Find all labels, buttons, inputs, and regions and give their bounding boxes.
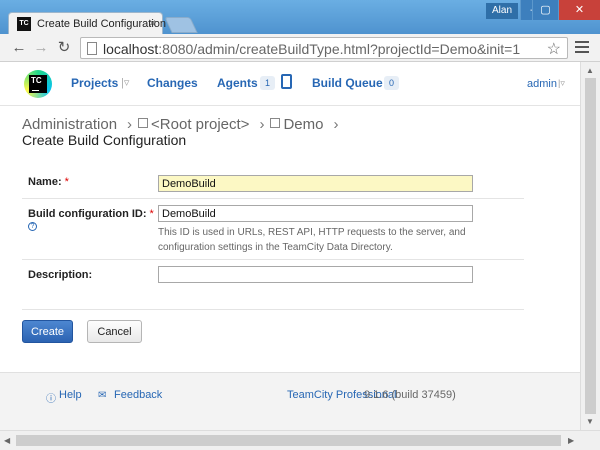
project-icon: [270, 118, 281, 128]
agent-icon: [281, 74, 292, 89]
forward-arrow-icon[interactable]: →: [32, 39, 50, 57]
feedback-envelope-icon: ✉: [98, 390, 107, 401]
nav-build-queue[interactable]: Build Queue: [312, 76, 383, 90]
build-queue-count-badge: 0: [384, 76, 400, 90]
browser-menu-icon[interactable]: [575, 41, 589, 56]
required-marker: *: [64, 176, 69, 188]
reload-icon[interactable]: ↻: [55, 39, 73, 57]
build-id-input[interactable]: [158, 205, 473, 222]
projects-dropdown-icon[interactable]: |▿: [121, 76, 129, 89]
scroll-left-icon[interactable]: ◀: [4, 436, 10, 445]
teamcity-favicon-icon: TC: [17, 17, 31, 31]
name-label: Name: *: [28, 176, 69, 188]
nav-projects[interactable]: Projects: [71, 76, 118, 90]
horizontal-scrollbar[interactable]: ◀ ▶: [0, 430, 600, 450]
tab-title: Create Build Configuration: [37, 18, 167, 30]
user-menu[interactable]: admin: [527, 78, 557, 90]
close-tab-icon[interactable]: ×: [149, 16, 156, 30]
breadcrumb-separator-icon: ›: [333, 116, 339, 133]
window-titlebar: TC Create Build Configuration × Alan ‒ ▢…: [0, 0, 600, 35]
agents-count-badge: 1: [260, 76, 276, 90]
help-link[interactable]: Help: [59, 389, 82, 401]
scroll-up-icon[interactable]: ▲: [586, 66, 594, 75]
nav-agents[interactable]: Agents: [217, 76, 258, 90]
vertical-scrollbar[interactable]: ▲ ▼: [580, 62, 600, 430]
description-label: Description:: [28, 269, 93, 281]
back-arrow-icon[interactable]: ←: [10, 39, 28, 57]
user-menu-chevron-icon[interactable]: |▿: [558, 78, 565, 89]
name-input[interactable]: [158, 175, 473, 192]
help-circle-icon: ⓘ: [46, 394, 56, 405]
required-marker: *: [149, 208, 154, 220]
build-id-label: Build configuration ID: *: [28, 208, 154, 220]
cancel-button[interactable]: Cancel: [87, 320, 142, 343]
breadcrumb-administration[interactable]: Administration: [22, 116, 117, 133]
page-title: Create Build Configuration: [22, 132, 187, 148]
description-row: Description:: [22, 260, 524, 310]
address-bar[interactable]: localhost:8080/admin/createBuildType.htm…: [80, 37, 568, 59]
breadcrumb-demo[interactable]: Demo: [283, 116, 323, 133]
browser-tab[interactable]: TC Create Build Configuration ×: [8, 12, 167, 35]
name-row: Name: *: [22, 168, 524, 199]
maximize-icon[interactable]: ▢: [532, 0, 558, 20]
vertical-scroll-thumb[interactable]: [585, 78, 596, 414]
scroll-right-icon[interactable]: ▶: [568, 436, 574, 445]
breadcrumb: Administration › <Root project> › Demo ›: [22, 116, 344, 133]
build-id-row: Build configuration ID:* ? This ID is us…: [22, 199, 524, 260]
url-text: localhost:8080/admin/createBuildType.htm…: [103, 41, 521, 57]
version-text: 9.1.6 (build 37459): [364, 389, 456, 401]
horizontal-scroll-thumb[interactable]: [16, 435, 561, 446]
feedback-link[interactable]: Feedback: [114, 389, 162, 401]
new-tab-button[interactable]: [164, 17, 198, 33]
close-window-icon[interactable]: ✕: [558, 0, 600, 20]
teamcity-header: TC Projects |▿ Changes Agents 1 Build Qu…: [0, 62, 580, 106]
build-id-note: This ID is used in URLs, REST API, HTTP …: [158, 227, 466, 253]
page-viewport: TC Projects |▿ Changes Agents 1 Build Qu…: [0, 62, 580, 430]
nav-changes[interactable]: Changes: [147, 76, 198, 90]
browser-user-badge[interactable]: Alan: [486, 3, 518, 19]
page-icon: [87, 42, 97, 55]
description-input[interactable]: [158, 266, 473, 283]
project-icon: [138, 118, 149, 128]
breadcrumb-root-project[interactable]: <Root project>: [151, 116, 249, 133]
scroll-down-icon[interactable]: ▼: [586, 417, 594, 426]
browser-toolbar: ← → ↻ localhost:8080/admin/createBuildTy…: [0, 34, 600, 62]
breadcrumb-separator-icon: ›: [127, 116, 133, 133]
help-icon[interactable]: ?: [28, 222, 37, 231]
create-button[interactable]: Create: [22, 320, 73, 343]
teamcity-logo-icon[interactable]: TC: [24, 70, 52, 98]
breadcrumb-separator-icon: ›: [259, 116, 265, 133]
bookmark-star-icon[interactable]: ☆: [547, 39, 561, 59]
footer: ⓘ Help ✉ Feedback TeamCity Professional …: [0, 372, 580, 430]
